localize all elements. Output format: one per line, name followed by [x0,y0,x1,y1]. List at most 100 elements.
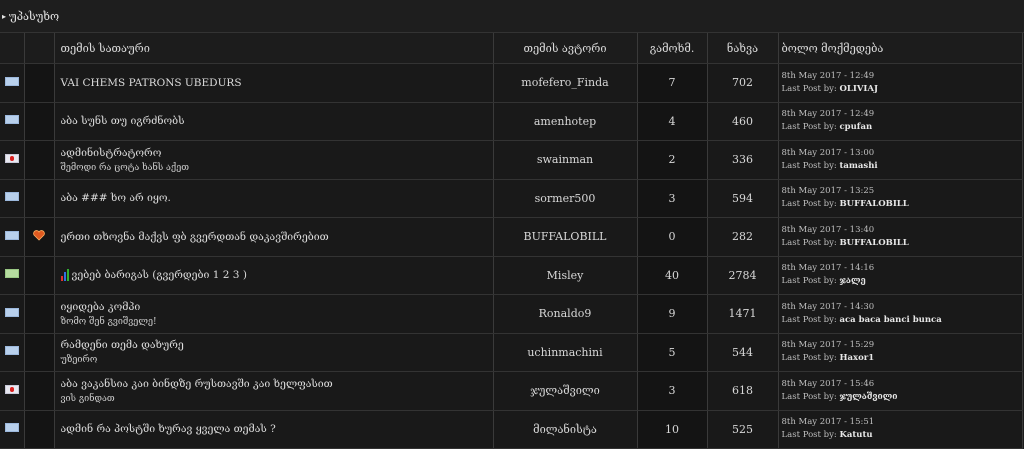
author-cell: Misley [493,256,638,295]
author-cell: BUFFALOBILL [493,217,638,257]
title-header[interactable]: თემის სათაური [54,33,494,64]
topic-title-cell: ადმინისტრატორო შემოდი რა ცოტა ხანს აქეთ [54,140,494,180]
last-post-date[interactable]: 8th May 2017 - 13:00 [782,147,1022,160]
replies-cell[interactable]: 0 [637,217,708,257]
last-post-date[interactable]: 8th May 2017 - 15:29 [782,339,1022,352]
topic-title-cell: ვებებ ბარიგას (გვერდები 1 2 3 ) [54,256,494,295]
last-post-author[interactable]: aca baca banci bunca [839,315,941,325]
table-row[interactable]: ერთი თხოვნა მაქვს ფბ გვერდთან დაკავშირებ… [0,217,1023,257]
topic-title-link[interactable]: ადმინისტრატორო [61,147,162,159]
topic-icon-cell [24,217,55,257]
last-post-author[interactable]: BUFFALOBILL [839,238,908,248]
replies-cell[interactable]: 7 [637,63,708,103]
views-cell: 544 [707,333,779,372]
author-link[interactable]: amenhotep [534,115,596,128]
last-post-author[interactable]: Katutu [839,430,872,440]
topic-icon-cell [24,140,55,180]
table-row[interactable]: ადმინისტრატორო შემოდი რა ცოტა ხანს აქეთ sw… [0,140,1023,180]
topic-title-link[interactable]: ადმინ რა პოსტში ხურავ ყველა თემას ? [61,423,276,435]
replies-cell[interactable]: 5 [637,333,708,372]
last-post-date[interactable]: 8th May 2017 - 14:30 [782,301,1022,314]
last-post-date[interactable]: 8th May 2017 - 14:16 [782,262,1022,275]
replies-header[interactable]: გამოხმ. [637,33,708,64]
author-link[interactable]: mofefero_Finda [521,76,608,89]
status-cell [0,217,25,257]
table-row[interactable]: აბა ვაკანსია კაი ბინდზე რუსთავში კაი ხელ… [0,371,1023,411]
status-cell [0,256,25,295]
table-row[interactable]: VAI CHEMS PATRONS UBEDURS mofefero_Finda 7… [0,63,1023,103]
table-row[interactable]: ადმინ რა პოსტში ხურავ ყველა თემას ? მილან… [0,410,1023,449]
table-header-row: თემის სათაური თემის ავტორი გამოხმ. ნახვა… [0,33,1023,64]
last-post-cell: 8th May 2017 - 15:29 Last Post by: Haxor1 [778,333,1023,372]
table-row[interactable]: აბა სუნს თუ იგრძნობს amenhotep 4 460 8th May… [0,102,1023,141]
envelope-icon [4,76,19,86]
collapse-arrow-icon[interactable]: ▸ [2,12,6,21]
author-link[interactable]: მილანისტა [533,423,597,436]
table-row[interactable]: იყიდება კომპი ზომო შენ გვიშველე! Ronaldo9 9… [0,294,1023,334]
replies-cell[interactable]: 9 [637,294,708,334]
last-post-header[interactable]: ბოლო მოქმედება [778,33,1023,64]
last-post-author[interactable]: cpufan [839,122,872,132]
replies-cell[interactable]: 3 [637,179,708,218]
topic-title-link[interactable]: აბა სუნს თუ იგრძნობს [61,115,185,127]
topic-title-cell: აბა სუნს თუ იგრძნობს [54,102,494,141]
replies-cell[interactable]: 2 [637,140,708,180]
views-header[interactable]: ნახვა [707,33,779,64]
author-link[interactable]: Misley [547,269,584,282]
replies-cell[interactable]: 3 [637,371,708,411]
author-link[interactable]: sormer500 [535,192,596,205]
last-post-author[interactable]: BUFFALOBILL [839,199,908,209]
poll-icon [60,269,69,282]
envelope-icon [4,307,19,317]
last-post-author[interactable]: ჯულაშვილი [839,392,897,402]
author-link[interactable]: uchinmachini [527,346,602,359]
topic-title-link[interactable]: VAI CHEMS PATRONS UBEDURS [61,77,242,89]
author-cell: swainman [493,140,638,180]
table-row[interactable]: რამდენი თემა დახურე უზეირო uchinmachini 5 54… [0,333,1023,372]
last-post-date[interactable]: 8th May 2017 - 15:51 [782,416,1022,429]
last-post-author[interactable]: tamashi [839,161,877,171]
author-header[interactable]: თემის ავტორი [493,33,638,64]
last-post-date[interactable]: 8th May 2017 - 15:46 [782,378,1022,391]
last-post-author[interactable]: OLIVIAJ [839,84,878,94]
last-post-author[interactable]: ჯალე [839,276,865,286]
author-link[interactable]: BUFFALOBILL [524,230,607,243]
table-row[interactable]: აბა ### ხო არ იყო. sormer500 3 594 8th May 2… [0,179,1023,218]
replies-cell[interactable]: 10 [637,410,708,449]
last-post-cell: 8th May 2017 - 14:30 Last Post by: aca ba… [778,294,1023,334]
replies-cell[interactable]: 4 [637,102,708,141]
topic-title-link[interactable]: რამდენი თემა დახურე [61,339,184,351]
topic-title-link[interactable]: ერთი თხოვნა მაქვს ფბ გვერდთან დაკავშირებ… [61,231,329,243]
last-post-date[interactable]: 8th May 2017 - 13:25 [782,185,1022,198]
topic-icon-cell [24,179,55,218]
topic-icon-cell [24,102,55,141]
topic-icon-cell [24,294,55,334]
views-cell: 1471 [707,294,779,334]
views-cell: 618 [707,371,779,411]
views-cell: 525 [707,410,779,449]
author-cell: ჯულაშვილი [493,371,638,411]
topic-title-cell: VAI CHEMS PATRONS UBEDURS [54,63,494,103]
table-row[interactable]: ვებებ ბარიგას (გვერდები 1 2 3 ) Misley 40 2… [0,256,1023,295]
status-cell [0,102,25,141]
topic-title-link[interactable]: აბა ვაკანსია კაი ბინდზე რუსთავში კაი ხელ… [61,378,333,390]
replies-cell[interactable]: 40 [637,256,708,295]
topic-title-link[interactable]: აბა ### ხო არ იყო. [61,192,171,204]
topic-icon-cell [24,256,55,295]
topic-title-link[interactable]: ვებებ ბარიგას (გვერდები 1 2 3 ) [72,269,247,281]
last-post-label: Last Post by: [781,314,837,325]
last-post-date[interactable]: 8th May 2017 - 13:40 [782,224,1022,237]
last-post-date[interactable]: 8th May 2017 - 12:49 [782,108,1022,121]
topic-title-cell: რამდენი თემა დახურე უზეირო [54,333,494,372]
last-post-date[interactable]: 8th May 2017 - 12:49 [782,70,1022,83]
topic-icon-cell [24,63,55,103]
envelope-icon [4,192,19,202]
author-link[interactable]: ჯულაშვილი [530,384,600,397]
topic-icon-cell [24,410,55,449]
last-post-author[interactable]: Haxor1 [839,353,874,363]
status-cell [0,179,25,218]
author-link[interactable]: swainman [537,153,593,166]
author-link[interactable]: Ronaldo9 [539,307,592,320]
topic-description: ზომო შენ გვიშველე! [60,316,157,327]
topic-title-link[interactable]: იყიდება კომპი [61,301,141,313]
